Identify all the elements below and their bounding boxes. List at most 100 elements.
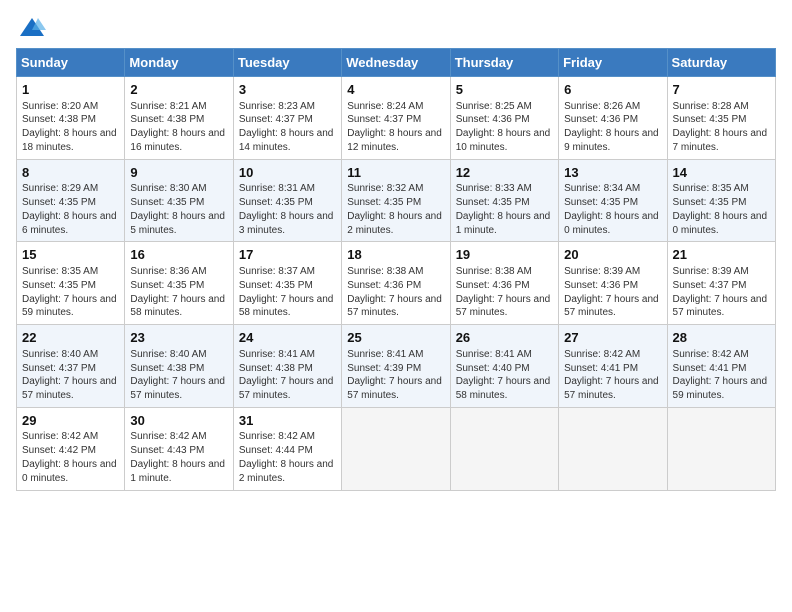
calendar-cell: [667, 407, 775, 490]
day-info: Sunrise: 8:26 AMSunset: 4:36 PMDaylight:…: [564, 100, 661, 155]
calendar-cell: 29Sunrise: 8:42 AMSunset: 4:42 PMDayligh…: [17, 407, 125, 490]
day-info: Sunrise: 8:42 AMSunset: 4:41 PMDaylight:…: [673, 348, 770, 403]
day-number: 1: [22, 81, 119, 99]
day-info: Sunrise: 8:28 AMSunset: 4:35 PMDaylight:…: [673, 100, 770, 155]
weekday-header-wednesday: Wednesday: [342, 49, 450, 77]
weekday-header-thursday: Thursday: [450, 49, 558, 77]
day-info: Sunrise: 8:35 AMSunset: 4:35 PMDaylight:…: [673, 182, 770, 237]
day-number: 12: [456, 164, 553, 182]
day-info: Sunrise: 8:34 AMSunset: 4:35 PMDaylight:…: [564, 182, 661, 237]
calendar-cell: 18Sunrise: 8:38 AMSunset: 4:36 PMDayligh…: [342, 242, 450, 325]
calendar-week-1: 1Sunrise: 8:20 AMSunset: 4:38 PMDaylight…: [17, 77, 776, 160]
day-number: 8: [22, 164, 119, 182]
calendar-cell: 14Sunrise: 8:35 AMSunset: 4:35 PMDayligh…: [667, 159, 775, 242]
calendar-cell: 27Sunrise: 8:42 AMSunset: 4:41 PMDayligh…: [559, 325, 667, 408]
calendar-cell: [342, 407, 450, 490]
calendar-cell: 30Sunrise: 8:42 AMSunset: 4:43 PMDayligh…: [125, 407, 233, 490]
day-number: 21: [673, 246, 770, 264]
weekday-header-friday: Friday: [559, 49, 667, 77]
day-number: 20: [564, 246, 661, 264]
day-info: Sunrise: 8:37 AMSunset: 4:35 PMDaylight:…: [239, 265, 336, 320]
day-number: 31: [239, 412, 336, 430]
calendar-cell: 15Sunrise: 8:35 AMSunset: 4:35 PMDayligh…: [17, 242, 125, 325]
weekday-header-sunday: Sunday: [17, 49, 125, 77]
calendar-cell: [559, 407, 667, 490]
day-number: 9: [130, 164, 227, 182]
calendar-cell: 11Sunrise: 8:32 AMSunset: 4:35 PMDayligh…: [342, 159, 450, 242]
calendar-body: 1Sunrise: 8:20 AMSunset: 4:38 PMDaylight…: [17, 77, 776, 491]
calendar-cell: [450, 407, 558, 490]
day-number: 16: [130, 246, 227, 264]
calendar-cell: 4Sunrise: 8:24 AMSunset: 4:37 PMDaylight…: [342, 77, 450, 160]
weekday-header-row: SundayMondayTuesdayWednesdayThursdayFrid…: [17, 49, 776, 77]
day-number: 24: [239, 329, 336, 347]
day-info: Sunrise: 8:41 AMSunset: 4:40 PMDaylight:…: [456, 348, 553, 403]
calendar-cell: 19Sunrise: 8:38 AMSunset: 4:36 PMDayligh…: [450, 242, 558, 325]
day-number: 18: [347, 246, 444, 264]
day-info: Sunrise: 8:42 AMSunset: 4:42 PMDaylight:…: [22, 430, 119, 485]
day-number: 6: [564, 81, 661, 99]
calendar-cell: 3Sunrise: 8:23 AMSunset: 4:37 PMDaylight…: [233, 77, 341, 160]
day-number: 19: [456, 246, 553, 264]
calendar-cell: 5Sunrise: 8:25 AMSunset: 4:36 PMDaylight…: [450, 77, 558, 160]
day-info: Sunrise: 8:42 AMSunset: 4:44 PMDaylight:…: [239, 430, 336, 485]
calendar-cell: 17Sunrise: 8:37 AMSunset: 4:35 PMDayligh…: [233, 242, 341, 325]
calendar-week-2: 8Sunrise: 8:29 AMSunset: 4:35 PMDaylight…: [17, 159, 776, 242]
day-info: Sunrise: 8:42 AMSunset: 4:43 PMDaylight:…: [130, 430, 227, 485]
day-info: Sunrise: 8:36 AMSunset: 4:35 PMDaylight:…: [130, 265, 227, 320]
day-info: Sunrise: 8:20 AMSunset: 4:38 PMDaylight:…: [22, 100, 119, 155]
weekday-header-saturday: Saturday: [667, 49, 775, 77]
day-info: Sunrise: 8:41 AMSunset: 4:38 PMDaylight:…: [239, 348, 336, 403]
calendar-week-3: 15Sunrise: 8:35 AMSunset: 4:35 PMDayligh…: [17, 242, 776, 325]
calendar-cell: 24Sunrise: 8:41 AMSunset: 4:38 PMDayligh…: [233, 325, 341, 408]
day-number: 22: [22, 329, 119, 347]
weekday-header-tuesday: Tuesday: [233, 49, 341, 77]
day-info: Sunrise: 8:31 AMSunset: 4:35 PMDaylight:…: [239, 182, 336, 237]
day-info: Sunrise: 8:38 AMSunset: 4:36 PMDaylight:…: [456, 265, 553, 320]
day-info: Sunrise: 8:29 AMSunset: 4:35 PMDaylight:…: [22, 182, 119, 237]
day-info: Sunrise: 8:30 AMSunset: 4:35 PMDaylight:…: [130, 182, 227, 237]
calendar-cell: 16Sunrise: 8:36 AMSunset: 4:35 PMDayligh…: [125, 242, 233, 325]
day-info: Sunrise: 8:35 AMSunset: 4:35 PMDaylight:…: [22, 265, 119, 320]
day-info: Sunrise: 8:41 AMSunset: 4:39 PMDaylight:…: [347, 348, 444, 403]
day-info: Sunrise: 8:39 AMSunset: 4:36 PMDaylight:…: [564, 265, 661, 320]
day-number: 28: [673, 329, 770, 347]
day-info: Sunrise: 8:25 AMSunset: 4:36 PMDaylight:…: [456, 100, 553, 155]
day-info: Sunrise: 8:24 AMSunset: 4:37 PMDaylight:…: [347, 100, 444, 155]
day-info: Sunrise: 8:40 AMSunset: 4:38 PMDaylight:…: [130, 348, 227, 403]
day-info: Sunrise: 8:23 AMSunset: 4:37 PMDaylight:…: [239, 100, 336, 155]
calendar-cell: 26Sunrise: 8:41 AMSunset: 4:40 PMDayligh…: [450, 325, 558, 408]
day-number: 25: [347, 329, 444, 347]
calendar-cell: 23Sunrise: 8:40 AMSunset: 4:38 PMDayligh…: [125, 325, 233, 408]
calendar-cell: 13Sunrise: 8:34 AMSunset: 4:35 PMDayligh…: [559, 159, 667, 242]
day-number: 27: [564, 329, 661, 347]
calendar-cell: 7Sunrise: 8:28 AMSunset: 4:35 PMDaylight…: [667, 77, 775, 160]
calendar-cell: 1Sunrise: 8:20 AMSunset: 4:38 PMDaylight…: [17, 77, 125, 160]
calendar-cell: 22Sunrise: 8:40 AMSunset: 4:37 PMDayligh…: [17, 325, 125, 408]
day-info: Sunrise: 8:39 AMSunset: 4:37 PMDaylight:…: [673, 265, 770, 320]
day-number: 29: [22, 412, 119, 430]
day-number: 2: [130, 81, 227, 99]
calendar-cell: 31Sunrise: 8:42 AMSunset: 4:44 PMDayligh…: [233, 407, 341, 490]
calendar-cell: 9Sunrise: 8:30 AMSunset: 4:35 PMDaylight…: [125, 159, 233, 242]
day-number: 4: [347, 81, 444, 99]
weekday-header-monday: Monday: [125, 49, 233, 77]
calendar-cell: 6Sunrise: 8:26 AMSunset: 4:36 PMDaylight…: [559, 77, 667, 160]
calendar-cell: 12Sunrise: 8:33 AMSunset: 4:35 PMDayligh…: [450, 159, 558, 242]
day-info: Sunrise: 8:21 AMSunset: 4:38 PMDaylight:…: [130, 100, 227, 155]
day-number: 5: [456, 81, 553, 99]
calendar-week-5: 29Sunrise: 8:42 AMSunset: 4:42 PMDayligh…: [17, 407, 776, 490]
day-number: 17: [239, 246, 336, 264]
calendar-table: SundayMondayTuesdayWednesdayThursdayFrid…: [16, 48, 776, 491]
day-number: 14: [673, 164, 770, 182]
day-number: 26: [456, 329, 553, 347]
day-number: 13: [564, 164, 661, 182]
header: [16, 16, 776, 38]
calendar-cell: 28Sunrise: 8:42 AMSunset: 4:41 PMDayligh…: [667, 325, 775, 408]
calendar-cell: 8Sunrise: 8:29 AMSunset: 4:35 PMDaylight…: [17, 159, 125, 242]
day-info: Sunrise: 8:32 AMSunset: 4:35 PMDaylight:…: [347, 182, 444, 237]
calendar-cell: 10Sunrise: 8:31 AMSunset: 4:35 PMDayligh…: [233, 159, 341, 242]
day-number: 3: [239, 81, 336, 99]
day-number: 7: [673, 81, 770, 99]
day-number: 23: [130, 329, 227, 347]
